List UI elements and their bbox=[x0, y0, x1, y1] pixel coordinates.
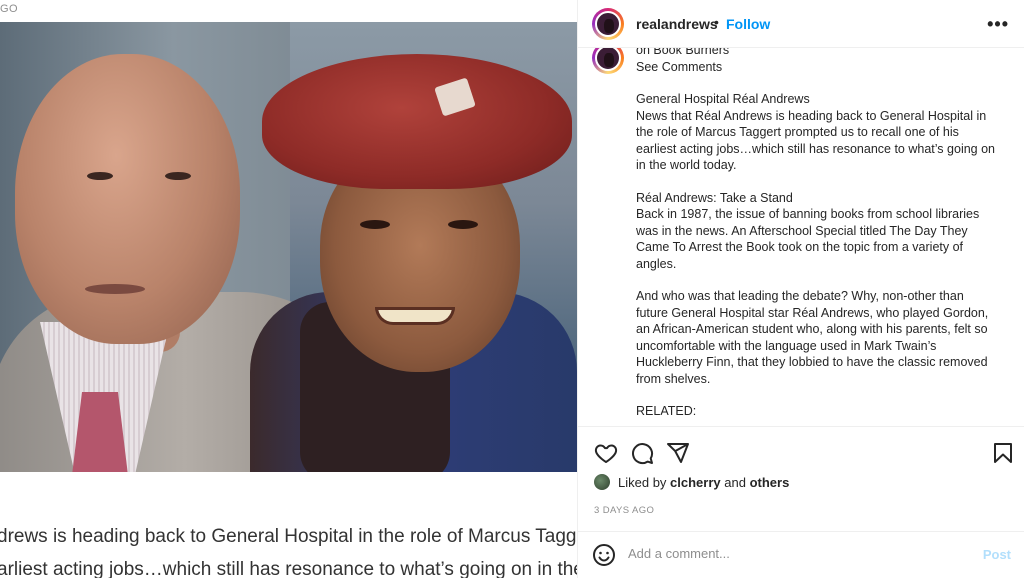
liker-avatar[interactable] bbox=[594, 474, 610, 490]
young-man-smile bbox=[375, 307, 455, 325]
caption-line: uncomfortable with the language used in … bbox=[636, 338, 937, 353]
caption-line: Came To Arrest the Book took on the topi… bbox=[636, 240, 964, 254]
man-mouth bbox=[85, 284, 145, 294]
caption-line: on Book Burners bbox=[636, 48, 730, 57]
caption-line: earliest acting jobs…which still has res… bbox=[636, 141, 995, 156]
comment-bar: Post bbox=[578, 531, 1024, 578]
red-beret bbox=[262, 54, 572, 189]
media-caption-line: arliest acting jobs…which still has reso… bbox=[0, 559, 577, 578]
caption-line[interactable]: RELATED: bbox=[636, 403, 1008, 420]
liked-by-and: and bbox=[724, 474, 746, 490]
liked-by-others[interactable]: others bbox=[750, 475, 790, 490]
young-man-left-eye bbox=[360, 220, 390, 229]
caption-line: an African-American student who, along w… bbox=[636, 322, 988, 336]
post-timestamp[interactable]: 3 DAYS AGO bbox=[594, 505, 654, 516]
caption-line: And who was that leading the debate? Why… bbox=[636, 289, 964, 303]
caption-line: General Hospital Réal Andrews bbox=[636, 92, 810, 106]
caption-line: from shelves. bbox=[636, 371, 711, 386]
media-caption-line: drews is heading back to General Hospita… bbox=[0, 526, 577, 547]
profile-avatar[interactable] bbox=[592, 8, 624, 40]
share-icon[interactable] bbox=[666, 441, 690, 465]
caption-line: Huckleberry Finn, that they lobbied to h… bbox=[636, 355, 988, 369]
caption-line: News that Réal Andrews is heading back t… bbox=[636, 108, 987, 123]
post-photo[interactable] bbox=[0, 22, 577, 472]
caption-line: was in the news. An Afterschool Special … bbox=[636, 223, 968, 238]
liked-by-prefix: Liked by bbox=[618, 474, 667, 490]
post-header: realandrews • Follow ••• bbox=[578, 0, 1024, 48]
caption-line: the role of Marcus Taggert prompted us t… bbox=[636, 125, 959, 139]
separator-dot: • bbox=[714, 14, 719, 30]
follow-button[interactable]: Follow bbox=[726, 16, 770, 32]
caption-line: Back in 1987, the issue of banning books… bbox=[636, 207, 980, 221]
heart-icon[interactable] bbox=[594, 441, 618, 465]
caption-line[interactable]: See Comments bbox=[636, 59, 1008, 76]
username-link[interactable]: realandrews bbox=[636, 16, 718, 32]
liked-by-text: Liked by clcherry and others bbox=[618, 475, 789, 490]
caption-line: future General Hospital star Réal Andrew… bbox=[636, 305, 989, 320]
post-comment-button[interactable]: Post bbox=[983, 547, 1011, 562]
caption-text: on Book Burners See Comments General Hospi… bbox=[636, 48, 1008, 420]
media-caption-text: drews is heading back to General Hospita… bbox=[0, 520, 577, 578]
post-media-panel: GO drews is heading back to General Hosp… bbox=[0, 0, 577, 578]
caption-avatar[interactable] bbox=[592, 48, 624, 74]
more-options-icon[interactable]: ••• bbox=[987, 14, 1009, 35]
man-head bbox=[15, 54, 240, 344]
caption-line: angles. bbox=[636, 256, 677, 271]
comment-input[interactable] bbox=[628, 546, 928, 561]
bookmark-icon[interactable] bbox=[991, 441, 1015, 465]
caption-scroll-area[interactable]: on Book Burners See Comments General Hospi… bbox=[578, 48, 1024, 426]
article-meta-text: GO bbox=[0, 3, 19, 15]
man-right-eye bbox=[165, 172, 191, 180]
caption-line: Réal Andrews: Take a Stand bbox=[636, 190, 793, 205]
caption-line: in the world today. bbox=[636, 158, 737, 172]
young-man-right-eye bbox=[448, 220, 478, 229]
comment-icon[interactable] bbox=[630, 441, 654, 465]
liker-username[interactable]: clcherry bbox=[670, 475, 721, 490]
post-sidebar: realandrews • Follow ••• on Book Burners… bbox=[577, 0, 1024, 578]
liked-by-row: Liked by clcherry and others bbox=[594, 474, 789, 490]
man-left-eye bbox=[87, 172, 113, 180]
emoji-icon[interactable] bbox=[592, 543, 616, 567]
